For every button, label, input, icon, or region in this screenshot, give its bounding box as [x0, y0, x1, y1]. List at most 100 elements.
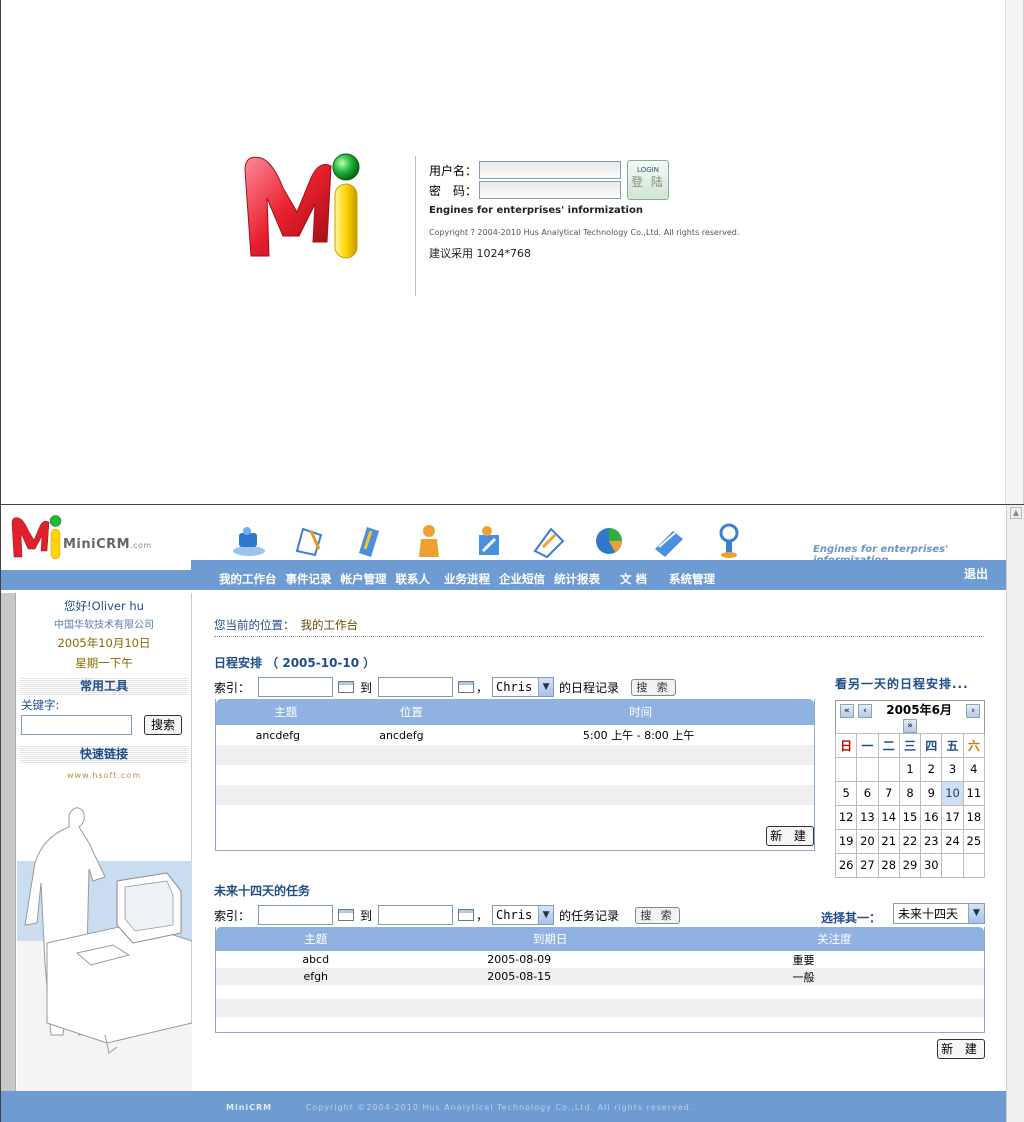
- prev-year-icon[interactable]: «: [839, 703, 854, 718]
- calendar-day[interactable]: 23: [920, 828, 943, 854]
- calendar-day[interactable]: 24: [941, 828, 964, 854]
- tasks-col-subject: 主题: [304, 932, 328, 946]
- tasks-search-button[interactable]: 搜 索: [635, 906, 681, 924]
- calendar-day[interactable]: 25: [962, 828, 986, 854]
- next-year-icon[interactable]: »: [903, 718, 917, 733]
- calendar-day[interactable]: 26: [834, 852, 858, 878]
- calendar-picker-icon[interactable]: [338, 909, 355, 921]
- username-input[interactable]: [479, 161, 621, 179]
- sms-icon[interactable]: [529, 521, 569, 561]
- nav-documents[interactable]: 文 档: [620, 571, 647, 587]
- table-row: [216, 765, 814, 785]
- event-log-icon[interactable]: [289, 521, 329, 561]
- business-process-icon[interactable]: [469, 521, 509, 561]
- calendar-day[interactable]: 6: [856, 780, 879, 806]
- quick-links-heading: 快速链接: [20, 745, 188, 763]
- breadcrumb-label: 您当前的位置：: [214, 618, 295, 632]
- calendar-day[interactable]: 16: [920, 804, 943, 830]
- prev-month-icon[interactable]: ‹: [858, 703, 873, 718]
- nav-accounts[interactable]: 帐户管理: [341, 571, 387, 587]
- nav-system-admin[interactable]: 系统管理: [669, 571, 715, 587]
- calendar-day[interactable]: 7: [877, 780, 900, 806]
- schedule-from-date[interactable]: [258, 677, 334, 697]
- system-admin-icon[interactable]: [709, 521, 749, 561]
- workbench-icon[interactable]: [229, 521, 269, 561]
- quick-link-hsoft[interactable]: www.hsoft.com: [17, 771, 191, 780]
- calendar-day[interactable]: 4: [962, 756, 986, 782]
- contacts-icon[interactable]: [409, 521, 449, 561]
- scroll-up-icon[interactable]: ▲: [1010, 507, 1022, 519]
- calendar-picker-icon[interactable]: [458, 681, 475, 693]
- schedule-table: 主题 位置 时间 ancdefg ancdefg 5:00 上午 - 8:00 …: [215, 699, 815, 851]
- calendar-day[interactable]: 22: [898, 828, 922, 854]
- calendar-day-today[interactable]: 10: [941, 780, 964, 806]
- calendar-day[interactable]: 15: [898, 804, 922, 830]
- schedule-to-label: 到: [360, 680, 373, 695]
- login-copyright: Copyright ? 2004-2010 Hus Analytical Tec…: [429, 228, 740, 237]
- calendar-day[interactable]: 13: [856, 804, 879, 830]
- tasks-from-date[interactable]: [258, 905, 334, 925]
- nav-icons: [229, 521, 769, 561]
- statistics-icon[interactable]: [589, 521, 629, 561]
- login-scrollbar[interactable]: [1005, 0, 1023, 504]
- schedule-filter: 索引： 到 ， Chris ▼ 的日程记录 搜 索: [214, 677, 677, 697]
- calendar-day[interactable]: 11: [962, 780, 986, 806]
- logout-link[interactable]: 退出: [964, 565, 988, 582]
- calendar-day[interactable]: 19: [834, 828, 858, 854]
- nav-business-process[interactable]: 业务进程: [444, 571, 490, 587]
- sidebar-search-button[interactable]: 搜索: [144, 715, 182, 735]
- table-row[interactable]: ancdefg ancdefg 5:00 上午 - 8:00 上午: [216, 725, 814, 745]
- login-button[interactable]: LOGIN 登 陆: [627, 160, 669, 200]
- account-icon[interactable]: [349, 521, 389, 561]
- schedule-col-time: 时间: [629, 705, 653, 719]
- table-row[interactable]: abcd 2005-08-09 重要: [216, 951, 984, 968]
- chevron-down-icon[interactable]: ▼: [968, 904, 984, 923]
- calendar-day[interactable]: 12: [834, 804, 858, 830]
- calendar-day[interactable]: 27: [856, 852, 879, 878]
- calendar-day[interactable]: 28: [877, 852, 900, 878]
- calendar-day[interactable]: 1: [898, 756, 922, 782]
- tasks-to-date[interactable]: [378, 905, 454, 925]
- login-window: 用户名： 密 码： LOGIN 登 陆 Engines for enterpri…: [0, 0, 1024, 504]
- chevron-down-icon[interactable]: ▼: [538, 678, 554, 696]
- sidebar-search: 搜索: [17, 715, 191, 735]
- password-label: 密 码：: [429, 183, 478, 198]
- calendar-day[interactable]: 20: [856, 828, 879, 854]
- range-select[interactable]: 未来十四天 ▼: [893, 903, 985, 924]
- chevron-down-icon[interactable]: ▼: [538, 906, 554, 924]
- tasks-new-button[interactable]: 新 建: [937, 1039, 985, 1059]
- schedule-new-button[interactable]: 新 建: [766, 826, 814, 846]
- password-input[interactable]: [479, 181, 621, 199]
- keyword-input[interactable]: [21, 715, 132, 735]
- calendar-day[interactable]: 9: [920, 780, 943, 806]
- calendar-day[interactable]: 14: [877, 804, 900, 830]
- nav-event-log[interactable]: 事件记录: [286, 571, 332, 587]
- calendar-day[interactable]: 3: [941, 756, 964, 782]
- task-cell-priority: 重要: [792, 953, 815, 967]
- calendar-picker-icon[interactable]: [338, 681, 355, 693]
- calendar-day[interactable]: 29: [898, 852, 922, 878]
- nav-sms[interactable]: 企业短信: [499, 571, 545, 587]
- calendar-picker-icon[interactable]: [458, 909, 475, 921]
- tasks-person-select[interactable]: Chris ▼: [492, 905, 555, 925]
- nav-contacts[interactable]: 联系人: [396, 571, 431, 587]
- schedule-col-location: 位置: [399, 705, 423, 719]
- calendar-day[interactable]: 30: [920, 852, 943, 878]
- next-month-icon[interactable]: ›: [966, 703, 981, 718]
- nav-statistics[interactable]: 统计报表: [554, 571, 600, 587]
- calendar-day[interactable]: 18: [962, 804, 986, 830]
- calendar-day[interactable]: 17: [941, 804, 964, 830]
- login-divider: [415, 156, 416, 296]
- calendar-day[interactable]: 8: [898, 780, 922, 806]
- schedule-search-button[interactable]: 搜 索: [631, 678, 677, 696]
- calendar-day[interactable]: 5: [834, 780, 858, 806]
- nav-workbench[interactable]: 我的工作台: [219, 571, 277, 587]
- calendar-day[interactable]: 21: [877, 828, 900, 854]
- schedule-person-select[interactable]: Chris ▼: [492, 677, 555, 697]
- documents-icon[interactable]: [649, 521, 689, 561]
- calendar-day[interactable]: 2: [920, 756, 943, 782]
- app-scrollbar[interactable]: ▲: [1006, 505, 1024, 1122]
- breadcrumb-current[interactable]: 我的工作台: [301, 618, 359, 632]
- table-row[interactable]: efgh 2005-08-15 一般: [216, 968, 984, 985]
- schedule-to-date[interactable]: [378, 677, 454, 697]
